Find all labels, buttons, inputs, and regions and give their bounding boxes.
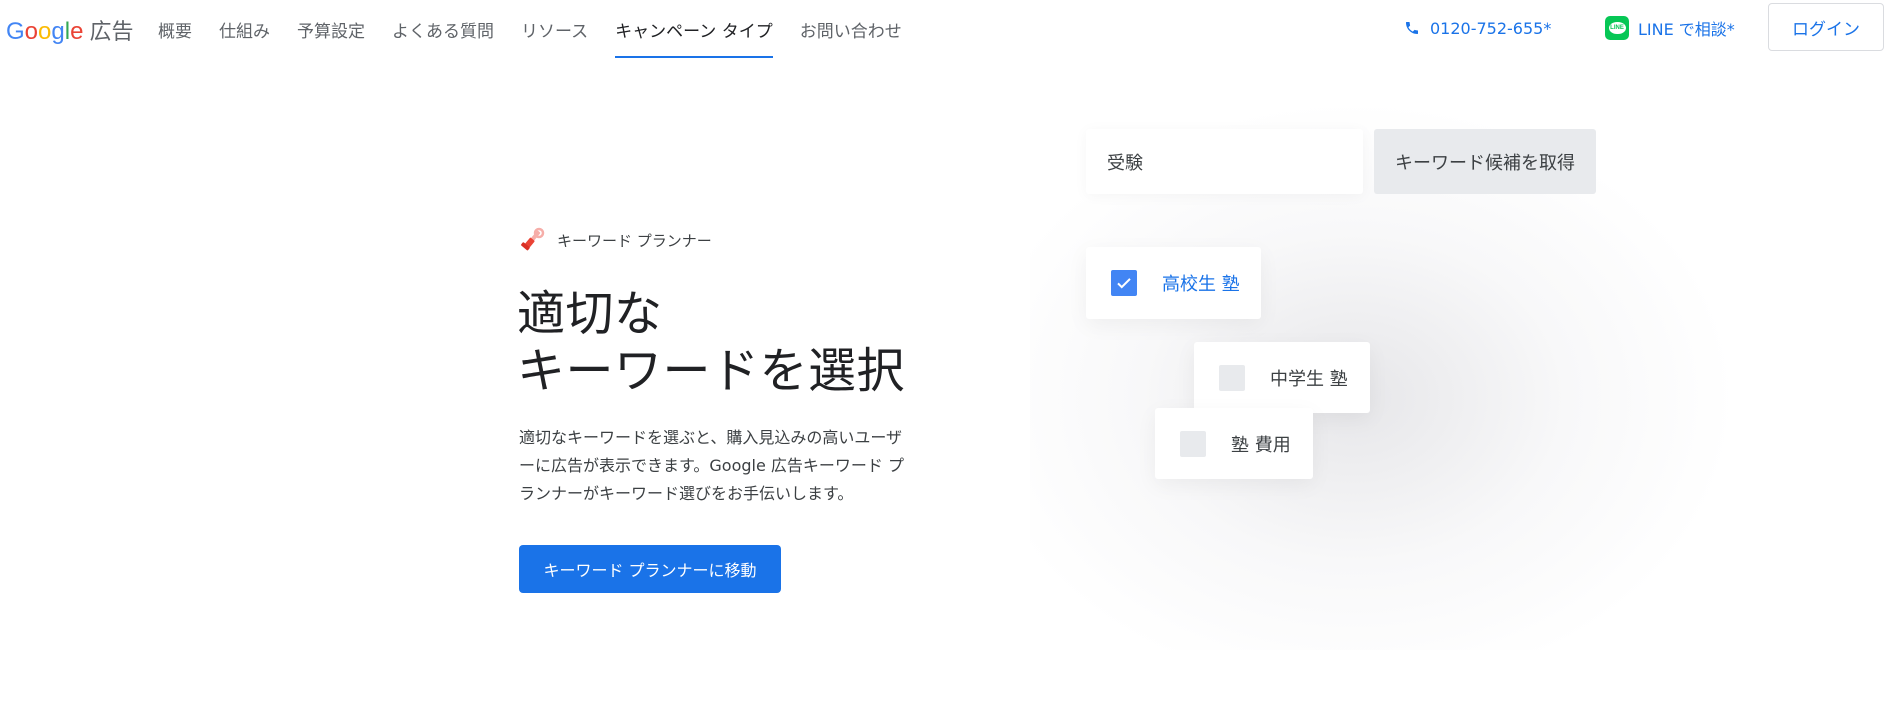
keyword-checkbox[interactable] (1219, 364, 1245, 391)
keyword-checkbox-checked[interactable] (1111, 270, 1137, 296)
get-keyword-ideas-button[interactable]: キーワード候補を取得 (1374, 129, 1596, 194)
phone-link[interactable]: 0120-752-655* (1404, 16, 1551, 40)
keyword-label: 中学生 塾 (1270, 368, 1348, 390)
nav-item-campaign-types[interactable]: キャンペーン タイプ (615, 0, 773, 58)
logo-letter: e (70, 18, 84, 45)
nav-item-budget[interactable]: 予算設定 (297, 0, 365, 58)
headline-line-2: キーワードを選択 (517, 343, 906, 399)
logo-letter: o (38, 18, 52, 45)
phone-icon (1406, 22, 1418, 34)
top-nav-bar: Google 広告 概要 仕組み 予算設定 よくある質問 リソース キャンペーン… (0, 0, 1890, 58)
line-icon-text: LINE (1608, 22, 1626, 34)
keyword-suggestion-card[interactable]: 高校生 塾 (1086, 247, 1261, 319)
logo-suffix: 広告 (89, 20, 134, 45)
logo-letter: o (24, 18, 39, 45)
google-ads-logo[interactable]: Google 広告 (6, 14, 133, 46)
keyword-label: 高校生 塾 (1162, 274, 1240, 295)
eyebrow-label: キーワード プランナー (557, 231, 712, 250)
nav-item-how-it-works[interactable]: 仕組み (219, 0, 270, 58)
keyword-label: 塾 費用 (1231, 434, 1291, 456)
nav-item-resources[interactable]: リソース (521, 0, 588, 58)
keyword-search-input[interactable]: 受験 (1086, 129, 1363, 194)
section-eyebrow: キーワード プランナー (519, 225, 712, 255)
keyword-planner-cta-button[interactable]: キーワード プランナーに移動 (519, 545, 781, 593)
wrench-screwdriver-icon (521, 227, 545, 251)
line-consult-link[interactable]: LINE LINE で相談* (1605, 14, 1735, 42)
nav-item-contact[interactable]: お問い合わせ (800, 0, 902, 58)
keyword-suggestion-card[interactable]: 塾 費用 (1155, 408, 1313, 479)
nav-item-overview[interactable]: 概要 (158, 0, 192, 58)
page-headline: 適切な キーワードを選択 (517, 286, 905, 400)
section-description: 適切なキーワードを選ぶと、購入見込みの高いユーザーに広告が表示できます。Goog… (519, 428, 904, 503)
keyword-checkbox[interactable] (1180, 430, 1206, 457)
main-nav: 概要 仕組み 予算設定 よくある質問 リソース キャンペーン タイプ お問い合わ… (158, 0, 929, 58)
phone-number: 0120-752-655* (1430, 18, 1552, 38)
line-consult-label: LINE で相談* (1638, 20, 1735, 39)
headline-line-1: 適切な (517, 286, 663, 342)
nav-item-faq[interactable]: よくある質問 (392, 0, 494, 58)
checkmark-icon (1117, 278, 1131, 289)
line-icon: LINE (1605, 16, 1629, 40)
keyword-suggestion-card[interactable]: 中学生 塾 (1194, 342, 1370, 413)
login-button[interactable]: ログイン (1768, 3, 1884, 51)
logo-letter: G (6, 18, 25, 45)
logo-letter: g (51, 18, 65, 45)
